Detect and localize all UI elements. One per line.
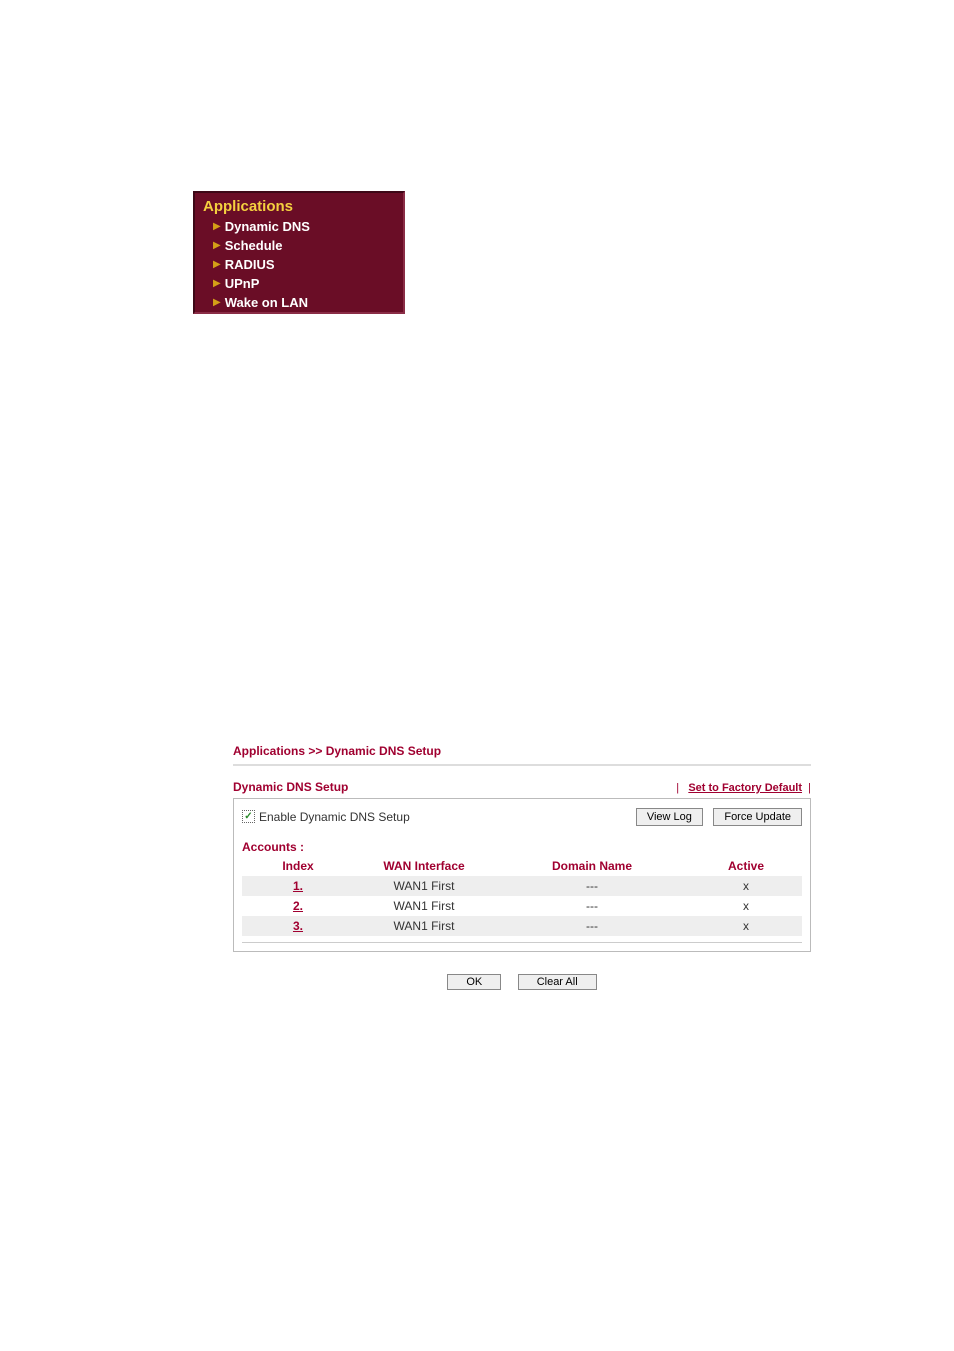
applications-sidebar: Applications ▶ Dynamic DNS ▶ Schedule ▶ … [193, 191, 405, 314]
ok-button[interactable]: OK [447, 974, 501, 990]
col-wan: WAN Interface [354, 856, 494, 876]
cell-active: x [690, 916, 802, 936]
enable-ddns-checkbox[interactable]: ✓ [242, 810, 255, 823]
sidebar-item-dynamic-dns[interactable]: ▶ Dynamic DNS [195, 217, 403, 236]
cell-active: x [690, 876, 802, 896]
accounts-label: Accounts : [242, 840, 802, 854]
enable-right-buttons: View Log Force Update [630, 807, 802, 826]
panel-header: Dynamic DNS Setup | Set to Factory Defau… [233, 780, 811, 794]
force-update-button[interactable]: Force Update [713, 808, 802, 826]
account-index-link[interactable]: 1. [293, 879, 303, 893]
enable-left: ✓ Enable Dynamic DNS Setup [242, 810, 410, 824]
cell-wan: WAN1 First [354, 916, 494, 936]
triangle-right-icon: ▶ [213, 278, 221, 289]
col-domain: Domain Name [494, 856, 690, 876]
col-active: Active [690, 856, 802, 876]
breadcrumb: Applications >> Dynamic DNS Setup [233, 744, 811, 758]
panel-title: Dynamic DNS Setup [233, 780, 348, 794]
table-row: 1. WAN1 First --- x [242, 876, 802, 896]
ddns-setup-box: ✓ Enable Dynamic DNS Setup View Log Forc… [233, 798, 811, 952]
triangle-right-icon: ▶ [213, 297, 221, 308]
cell-active: x [690, 896, 802, 916]
sidebar-item-label: Schedule [225, 238, 283, 253]
col-index: Index [242, 856, 354, 876]
triangle-right-icon: ▶ [213, 240, 221, 251]
check-icon: ✓ [244, 812, 252, 822]
cell-domain: --- [494, 876, 690, 896]
account-index-link[interactable]: 2. [293, 899, 303, 913]
sidebar-item-upnp[interactable]: ▶ UPnP [195, 274, 403, 293]
enable-ddns-label: Enable Dynamic DNS Setup [259, 810, 410, 824]
sidebar-item-wake-on-lan[interactable]: ▶ Wake on LAN [195, 293, 403, 312]
divider [233, 764, 811, 766]
triangle-right-icon: ▶ [213, 221, 221, 232]
pipe: | [676, 782, 679, 794]
sidebar-title: Applications [195, 193, 403, 217]
sidebar-item-label: UPnP [225, 276, 260, 291]
view-log-button[interactable]: View Log [636, 808, 703, 826]
divider [242, 942, 802, 943]
pipe: | [808, 782, 811, 794]
cell-domain: --- [494, 896, 690, 916]
bottom-buttons: OK Clear All [233, 972, 811, 990]
clear-all-button[interactable]: Clear All [518, 974, 597, 990]
sidebar-item-label: Dynamic DNS [225, 219, 310, 234]
sidebar-item-label: RADIUS [225, 257, 275, 272]
triangle-right-icon: ▶ [213, 259, 221, 270]
table-header-row: Index WAN Interface Domain Name Active [242, 856, 802, 876]
main-content: Applications >> Dynamic DNS Setup Dynami… [233, 744, 811, 990]
cell-wan: WAN1 First [354, 896, 494, 916]
account-index-link[interactable]: 3. [293, 919, 303, 933]
cell-wan: WAN1 First [354, 876, 494, 896]
factory-default-wrap: | Set to Factory Default | [676, 782, 811, 794]
accounts-table: Index WAN Interface Domain Name Active 1… [242, 856, 802, 936]
enable-row: ✓ Enable Dynamic DNS Setup View Log Forc… [242, 807, 802, 826]
table-row: 2. WAN1 First --- x [242, 896, 802, 916]
sidebar-item-radius[interactable]: ▶ RADIUS [195, 255, 403, 274]
set-factory-default-link[interactable]: Set to Factory Default [688, 782, 802, 794]
table-row: 3. WAN1 First --- x [242, 916, 802, 936]
sidebar-item-label: Wake on LAN [225, 295, 308, 310]
sidebar-item-schedule[interactable]: ▶ Schedule [195, 236, 403, 255]
cell-domain: --- [494, 916, 690, 936]
